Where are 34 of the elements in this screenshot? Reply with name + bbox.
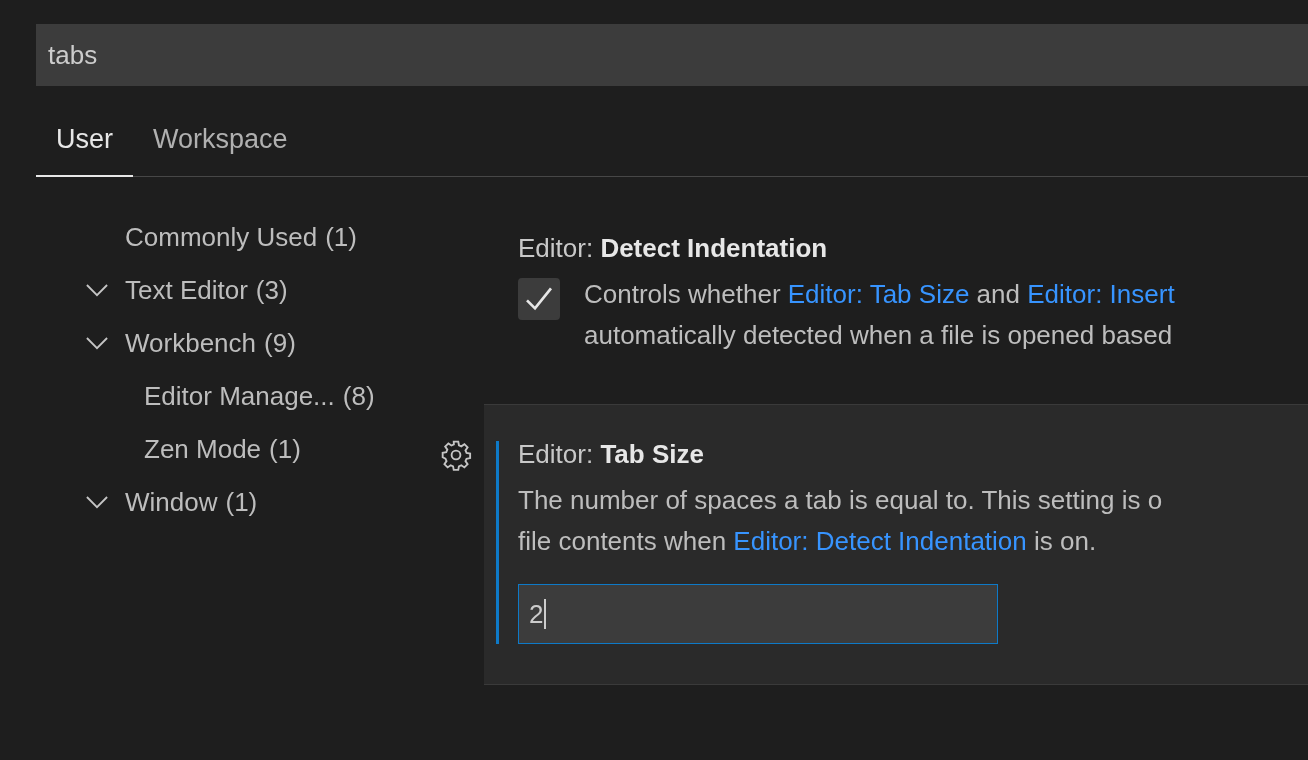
- number-input[interactable]: 2: [518, 584, 998, 644]
- setting-link[interactable]: Editor: Detect Indentation: [733, 526, 1027, 556]
- checkbox[interactable]: [518, 278, 560, 320]
- search-field[interactable]: tabs: [36, 24, 1308, 86]
- tree-item[interactable]: Commonly Used (1): [36, 211, 484, 264]
- tree-item[interactable]: Workbench (9): [36, 317, 484, 370]
- settings-tab[interactable]: User: [36, 104, 133, 177]
- setting-description: file contents when Editor: Detect Indentation is on.: [518, 525, 1098, 558]
- tree-count: (3): [255, 275, 288, 306]
- setting-description: Controls whether Editor: Tab Size and Editor: Insert: [584, 278, 1175, 311]
- tree-item[interactable]: Text Editor (3): [36, 264, 484, 317]
- tree-count: (1): [269, 434, 301, 465]
- tree-count: (1): [325, 222, 357, 253]
- tree-label: Zen Mode: [144, 434, 262, 465]
- tree-item[interactable]: Window (1): [36, 476, 484, 529]
- tree-count: (8): [342, 381, 375, 412]
- setting-description: automatically detected when a file is opened based: [584, 319, 1174, 352]
- tree-label: Workbench: [125, 328, 257, 359]
- settings-tab[interactable]: Workspace: [133, 104, 308, 177]
- tree-item[interactable]: Zen Mode (1): [36, 423, 484, 476]
- setting-title: Editor: Detect Indentation: [518, 233, 829, 264]
- setting-link[interactable]: Editor: Tab Size: [787, 279, 970, 309]
- tree-label: Commonly Used: [125, 222, 318, 253]
- setting-title: Editor: Tab Size: [518, 439, 705, 470]
- tree-label: Text Editor: [125, 275, 248, 306]
- tree-label: Window: [125, 487, 218, 518]
- tree-item[interactable]: Editor Manage... (8): [36, 370, 484, 423]
- setting-link[interactable]: Editor: Insert: [1027, 279, 1175, 309]
- tree-label: Editor Manage...: [144, 381, 335, 412]
- text-cursor: [544, 599, 546, 629]
- tree-count: (1): [225, 487, 258, 518]
- setting-description: The number of spaces a tab is equal to. This setting is o: [518, 484, 1164, 517]
- settings-icon[interactable]: [440, 439, 472, 471]
- tree-count: (9): [264, 328, 296, 359]
